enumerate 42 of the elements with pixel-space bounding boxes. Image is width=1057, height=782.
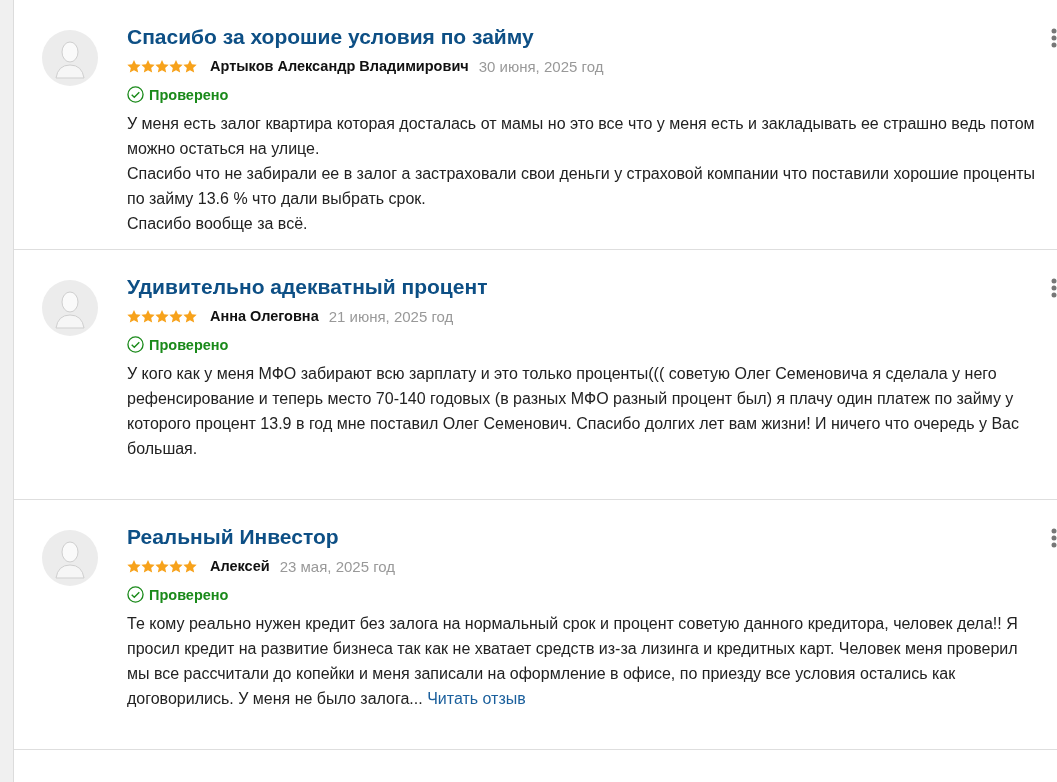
star-icon xyxy=(169,559,183,573)
review-date: 30 июня, 2025 год xyxy=(478,57,604,75)
more-options-icon[interactable] xyxy=(1051,528,1057,548)
star-icon xyxy=(155,559,169,573)
star-icon xyxy=(127,559,141,573)
avatar-icon xyxy=(42,30,98,86)
avatar-icon xyxy=(42,280,98,336)
review-date: 21 июня, 2025 год xyxy=(328,307,454,325)
author-name: Артыков Александр Владимирович xyxy=(210,58,469,74)
avatar-icon xyxy=(42,530,98,586)
review-text: Спасибо вообще за всё. xyxy=(127,214,309,234)
review-text: У кого как у меня МФО забирают всю зарплату и это только проценты((( советую Олег Семеновича я сделала у него рефенсирование и теперь место 70-140 годовых (в разных МФО разный процент был) я плачу один платеж по займу у которого процент 13.9 в год мне поставил Олег Семенович. Спасибо долгих лет вам жизни! И ничего что очередь у Вас большая. xyxy=(127,364,1020,459)
star-icon xyxy=(141,559,155,573)
author-name: Анна Олеговна xyxy=(210,308,319,324)
star-icon xyxy=(183,559,197,573)
check-circle-icon xyxy=(127,586,144,603)
star-icon xyxy=(155,59,169,73)
review-text: У меня есть залог квартира которая досталась от мамы но это все что у меня есть и закладывать ее страшно ведь потом можно остаться на улице. xyxy=(127,114,1036,159)
star-icon xyxy=(169,309,183,323)
star-icon xyxy=(141,59,155,73)
verified-label: Проверено xyxy=(149,336,229,353)
check-circle-icon xyxy=(127,86,144,103)
star-icon xyxy=(183,309,197,323)
verified-label: Проверено xyxy=(149,586,229,603)
check-circle-icon xyxy=(127,336,144,353)
star-icon xyxy=(155,309,169,323)
review-title[interactable]: Реальный Инвестор xyxy=(127,522,1039,552)
more-options-icon[interactable] xyxy=(1051,278,1057,298)
star-icon xyxy=(141,309,155,323)
star-icon xyxy=(169,59,183,73)
review-date: 23 мая, 2025 год xyxy=(279,557,396,575)
star-icon xyxy=(127,309,141,323)
author-name: Алексей xyxy=(210,558,270,574)
read-more-link[interactable]: Читать отзыв xyxy=(427,690,526,707)
star-icon xyxy=(127,59,141,73)
review-title[interactable]: Удивительно адекватный процент xyxy=(127,272,1039,302)
review-text: Спасибо что не забирали ее в залог а застраховали свои деньги у страховой компании что поставили хорошие проценты по займу 13.6 % что дали выбрать срок. xyxy=(127,164,1037,209)
more-options-icon[interactable] xyxy=(1051,28,1057,48)
review-text: Те кому реально нужен кредит без залога на нормальный срок и процент советую данного кредитора, человек дела!! Я просил кредит на развитие бизнеса так как не хватает средств из-за лизинга и кредитных карт. Человек меня проверил мы все рассчитали до копейки и меня записали на оформление в офисе, по приезду все условия остались как договорились. У меня не было залога... Читать отзыв xyxy=(127,614,1019,709)
review-title[interactable]: Спасибо за хорошие условия по займу xyxy=(127,22,1039,52)
star-icon xyxy=(183,59,197,73)
verified-label: Проверено xyxy=(149,86,229,103)
